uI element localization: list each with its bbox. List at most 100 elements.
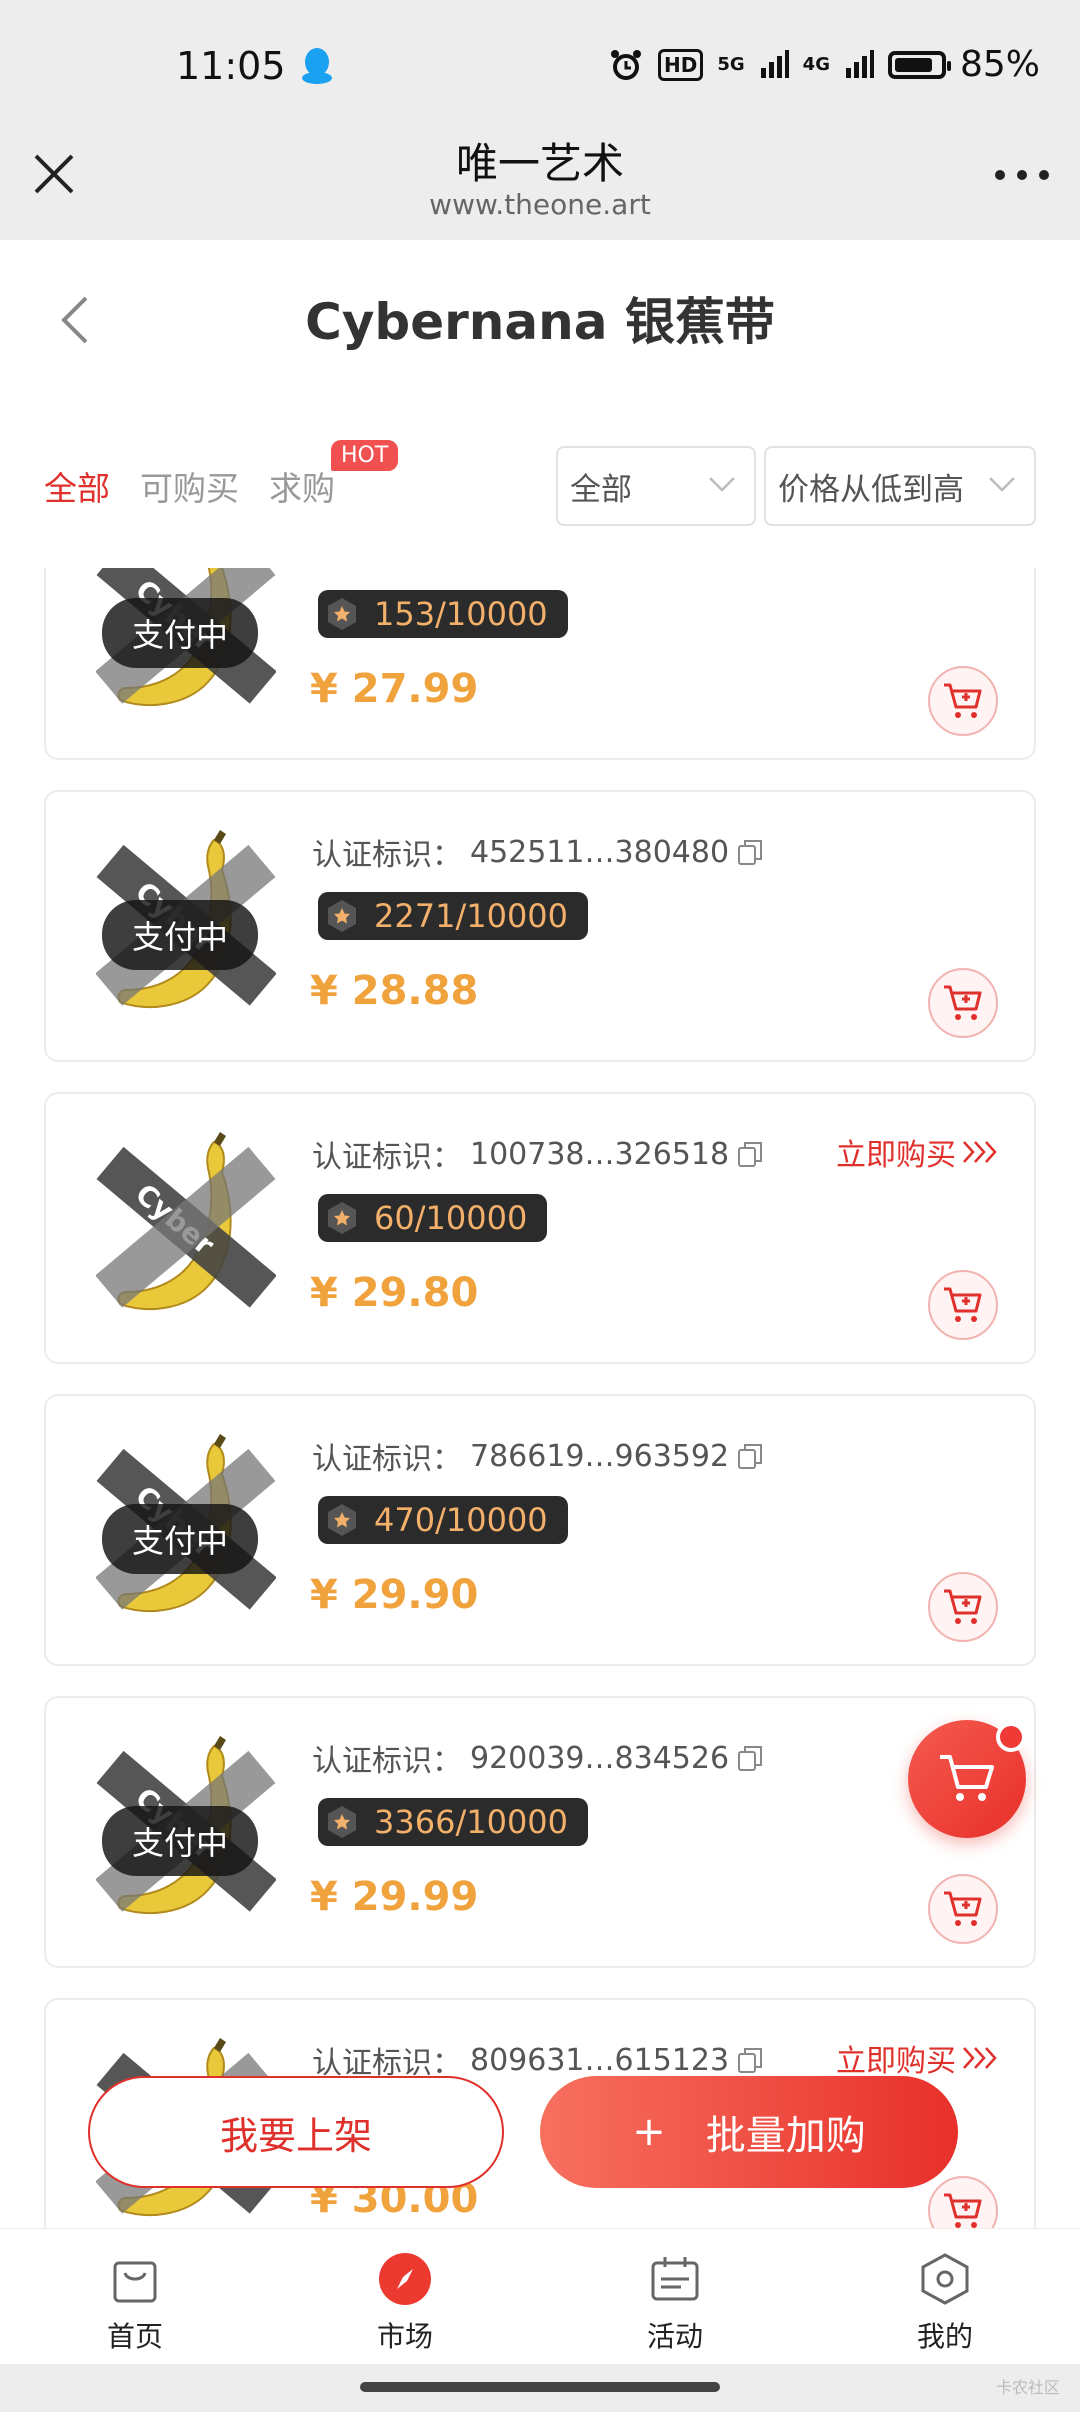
cert-id: 认证标识： 452511…380480 [312,830,763,874]
copy-icon[interactable] [737,838,763,866]
nav-home[interactable]: 首页 [0,2229,270,2365]
nav-market[interactable]: 市场 [270,2229,540,2365]
medal-icon [328,1202,356,1234]
batch-add-label: 批量加购 [705,2113,866,2159]
nav-activity[interactable]: 活动 [540,2229,810,2365]
signal-icon-2 [845,49,874,78]
nav-market-label: 市场 [376,2320,433,2353]
more-icon[interactable] [992,160,1052,190]
edition-number: 153/10000 [374,595,548,633]
nav-mine[interactable]: 我的 [810,2229,1080,2365]
add-to-cart-button[interactable] [928,666,998,736]
category-select[interactable]: 全部 [556,446,756,526]
edition-number: 60/10000 [374,1199,528,1237]
network-4g-label: 4G [802,54,830,75]
signal-icon [760,49,789,78]
cart-plus-icon [944,985,982,1020]
cert-value: 786619…963592 [470,1438,730,1474]
buy-now-label: 立即购买 [836,1138,956,1173]
medal-icon [328,900,356,932]
plus-icon: + [632,2109,666,2155]
batch-add-button[interactable]: + 批量加购 [540,2076,958,2188]
calendar-icon [651,2257,699,2301]
hd-badge: HD [658,48,704,81]
chevron-down-icon [709,477,735,492]
category-select-value: 全部 [570,471,632,508]
cart-icon [940,1755,994,1801]
cart-plus-icon [944,683,982,718]
tab-buyable[interactable]: 可购买 [140,462,239,510]
sort-select[interactable]: 价格从低到高 [764,446,1036,526]
payment-status-badge: 支付中 [102,1806,259,1876]
add-to-cart-button[interactable] [928,1874,998,1944]
status-icons: HD 5G 4G 85% [608,44,1040,85]
nav-activity-label: 活动 [646,2320,703,2353]
copy-icon[interactable] [737,1442,763,1470]
price: ¥ 29.99 [310,1874,479,1920]
browser-title: 唯一艺术 [455,139,624,188]
listing-card[interactable]: Cyber 支付中 认证标识： 786619…963592 470/10000 … [44,1394,1036,1666]
list-for-sale-button[interactable]: 我要上架 [88,2076,504,2188]
bottom-nav: 首页 市场 活动 我的 [0,2228,1080,2365]
listing-card[interactable]: Cyber 支付中 认证标识： 452511…380480 2271/10000… [44,790,1036,1062]
chevrons-right-icon [963,1141,997,1163]
cert-label: 认证标识： [312,1442,462,1477]
edition-badge: 153/10000 [318,590,568,638]
buy-now-link[interactable]: 立即购买 [836,1130,998,1174]
tab-all[interactable]: 全部 [44,462,110,510]
cart-plus-icon [944,1287,982,1322]
price: ¥ 29.90 [310,1572,479,1618]
listing-card[interactable]: Cyber 认证标识： 100738…326518 60/10000 ¥ 29.… [44,1092,1036,1364]
add-to-cart-button[interactable] [928,1270,998,1340]
browser-url: www.theone.art [429,188,651,221]
listing-card[interactable]: Cyber 支付中 153/10000 ¥ 27.99 [44,568,1036,760]
browser-bar: 唯一艺术 www.theone.art [0,130,1080,240]
edition-number: 2271/10000 [374,897,569,935]
filter-tabs: 全部 可购买 求购 HOT [44,440,399,510]
status-bar: 11:05 HD 5G 4G 85% [0,0,1080,130]
listing-card[interactable]: Cyber 支付中 认证标识： 920039…834526 3366/10000… [44,1696,1036,1968]
home-indicator[interactable] [360,2382,720,2392]
cart-plus-icon [944,2193,982,2228]
chevron-down-icon [989,477,1015,492]
battery-icon [887,50,951,79]
buy-now-link[interactable]: 立即购买 [836,2036,998,2080]
add-to-cart-button[interactable] [928,2176,998,2228]
payment-status-badge: 支付中 [102,1504,259,1574]
cert-id: 认证标识： 786619…963592 [312,1434,763,1478]
price: ¥ 27.99 [310,666,479,712]
medal-icon [328,598,356,630]
compass-icon [379,2253,431,2305]
sort-select-value: 价格从低到高 [778,471,964,508]
medal-icon [328,1806,356,1838]
cert-value: 920039…834526 [470,1740,730,1776]
nav-mine-label: 我的 [916,2320,973,2353]
copy-icon[interactable] [737,2046,763,2074]
cert-value: 809631…615123 [470,2042,730,2078]
tab-wanted-label: 求购 [269,469,335,508]
copy-icon[interactable] [737,1140,763,1168]
buy-now-label: 立即购买 [836,2044,956,2079]
add-to-cart-button[interactable] [928,968,998,1038]
cert-label: 认证标识： [312,1140,462,1175]
payment-status-badge: 支付中 [102,598,259,668]
status-time: 11:05 [176,44,286,88]
floating-cart-button[interactable] [908,1720,1026,1838]
banana-thumbnail: Cyber [96,1132,276,1311]
cert-label: 认证标识： [312,1744,462,1779]
bag-icon [113,2261,157,2303]
cert-id: 认证标识： 100738…326518 [312,1132,763,1176]
edition-badge: 470/10000 [318,1496,568,1544]
cert-value: 452511…380480 [470,834,730,870]
watermark: 卡农社区 [995,2378,1060,2397]
edition-number: 3366/10000 [374,1803,569,1841]
qq-icon [302,48,332,84]
edition-number: 470/10000 [374,1501,548,1539]
tab-wanted[interactable]: 求购 HOT [269,440,399,510]
price: ¥ 28.88 [310,968,479,1014]
nav-home-label: 首页 [106,2320,163,2353]
add-to-cart-button[interactable] [928,1572,998,1642]
copy-icon[interactable] [737,1744,763,1772]
network-5g-label: 5G [717,54,745,75]
cert-label: 认证标识： [312,838,462,873]
